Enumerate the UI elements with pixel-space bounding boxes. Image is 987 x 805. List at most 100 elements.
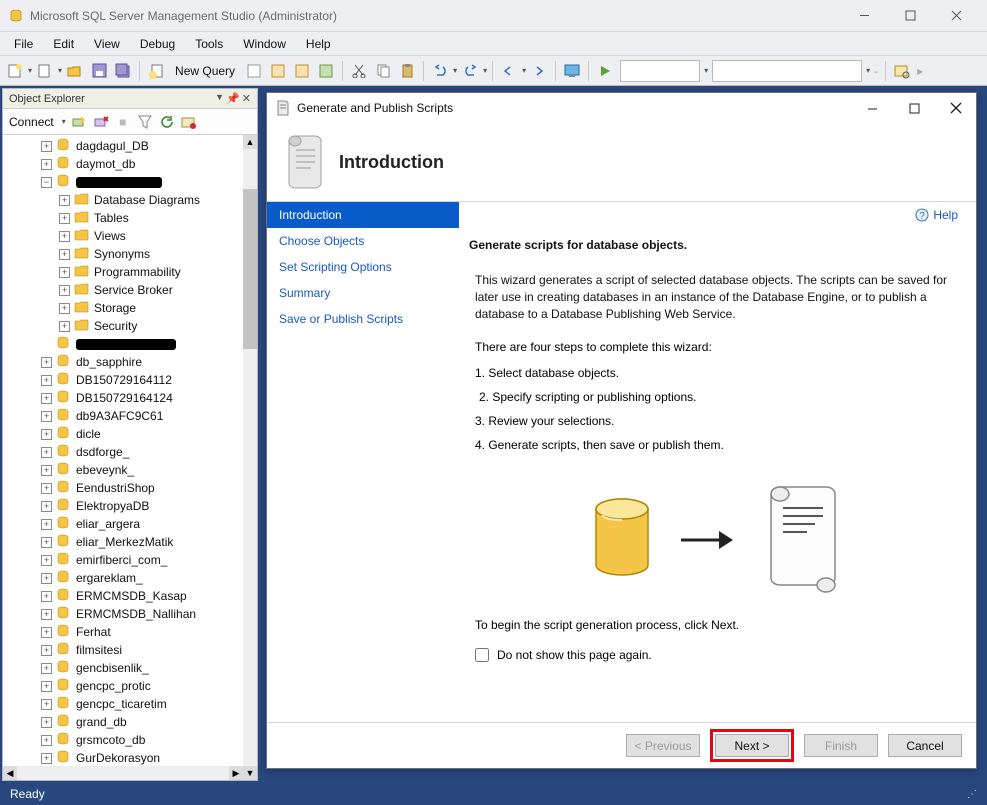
expand-icon[interactable]: + xyxy=(41,501,52,512)
tree-node[interactable]: +db_sapphire xyxy=(3,353,257,371)
connect-button[interactable]: Connect xyxy=(9,115,54,129)
tree-node[interactable]: +Security xyxy=(3,317,257,335)
tree-node[interactable]: +Views xyxy=(3,227,257,245)
new-item-button[interactable] xyxy=(34,60,56,82)
expand-icon[interactable]: + xyxy=(41,681,52,692)
nav-item-save-or-publish-scripts[interactable]: Save or Publish Scripts xyxy=(267,306,459,332)
undo-button[interactable] xyxy=(429,60,451,82)
tree-node[interactable]: +eliar_MerkezMatik xyxy=(3,533,257,551)
disconnect-icon[interactable] xyxy=(92,113,110,131)
dialog-titlebar[interactable]: Generate and Publish Scripts xyxy=(267,93,976,123)
minimize-button[interactable] xyxy=(841,2,887,30)
expand-icon[interactable]: + xyxy=(41,465,52,476)
cut-button[interactable] xyxy=(348,60,370,82)
previous-button[interactable]: < Previous xyxy=(626,734,700,757)
expand-icon[interactable]: + xyxy=(41,717,52,728)
nav-item-set-scripting-options[interactable]: Set Scripting Options xyxy=(267,254,459,280)
nav-item-introduction[interactable]: Introduction xyxy=(267,202,459,228)
expand-icon[interactable]: + xyxy=(41,627,52,638)
db-engine-query-icon[interactable] xyxy=(243,60,265,82)
filter-icon[interactable] xyxy=(136,113,154,131)
expand-icon[interactable]: + xyxy=(59,249,70,260)
tree-node[interactable]: +gencpc_protic xyxy=(3,677,257,695)
xmla-query-icon[interactable] xyxy=(315,60,337,82)
tree-node[interactable]: +Service Broker xyxy=(3,281,257,299)
tree-node[interactable] xyxy=(3,335,257,353)
mdx-query-icon[interactable] xyxy=(267,60,289,82)
execute-button[interactable] xyxy=(594,60,616,82)
expand-icon[interactable]: + xyxy=(41,411,52,422)
expand-icon[interactable]: + xyxy=(41,591,52,602)
copy-button[interactable] xyxy=(372,60,394,82)
tree-node[interactable]: − xyxy=(3,173,257,191)
tree-node[interactable]: +Tables xyxy=(3,209,257,227)
tree-node[interactable]: +DB150729164112 xyxy=(3,371,257,389)
expand-icon[interactable]: + xyxy=(41,159,52,170)
pin-icon[interactable]: 📌 xyxy=(226,92,240,105)
tree-node[interactable]: +ERMCMSDB_Kasap xyxy=(3,587,257,605)
tree-node[interactable]: +eliar_argera xyxy=(3,515,257,533)
expand-icon[interactable]: + xyxy=(41,375,52,386)
expand-icon[interactable]: + xyxy=(41,537,52,548)
expand-icon[interactable]: + xyxy=(41,357,52,368)
menu-file[interactable]: File xyxy=(4,35,43,53)
panel-close-icon[interactable]: ✕ xyxy=(242,92,251,105)
expand-icon[interactable]: + xyxy=(41,555,52,566)
new-query-button[interactable]: New Query xyxy=(169,60,241,82)
dialog-close-button[interactable] xyxy=(944,96,968,120)
menu-window[interactable]: Window xyxy=(233,35,296,53)
panel-menu-icon[interactable]: ▼ xyxy=(215,92,224,105)
tree-node[interactable]: +Synonyms xyxy=(3,245,257,263)
tree-node[interactable]: +grsmcoto_db xyxy=(3,731,257,749)
expand-icon[interactable]: + xyxy=(41,645,52,656)
tree-node[interactable]: +dsdforge_ xyxy=(3,443,257,461)
tree-node[interactable]: +gencpc_ticaretim xyxy=(3,695,257,713)
expand-icon[interactable]: + xyxy=(41,663,52,674)
expand-icon[interactable]: + xyxy=(59,303,70,314)
tree-node[interactable]: +Storage xyxy=(3,299,257,317)
expand-icon[interactable]: + xyxy=(41,483,52,494)
database-combo[interactable] xyxy=(620,60,700,82)
nav-back-button[interactable] xyxy=(498,60,520,82)
expand-icon[interactable]: + xyxy=(59,285,70,296)
activity-monitor-icon[interactable] xyxy=(561,60,583,82)
next-button[interactable]: Next > xyxy=(715,734,789,757)
maximize-button[interactable] xyxy=(887,2,933,30)
expand-icon[interactable]: + xyxy=(59,213,70,224)
tree-node[interactable]: +dagdagul_DB xyxy=(3,137,257,155)
menu-edit[interactable]: Edit xyxy=(43,35,84,53)
expand-icon[interactable]: + xyxy=(41,573,52,584)
tree-node[interactable]: +db9A3AFC9C61 xyxy=(3,407,257,425)
paste-button[interactable] xyxy=(396,60,418,82)
save-button[interactable] xyxy=(88,60,110,82)
tree-node[interactable]: +DB150729164124 xyxy=(3,389,257,407)
nav-item-summary[interactable]: Summary xyxy=(267,280,459,306)
expand-icon[interactable]: + xyxy=(59,195,70,206)
expand-icon[interactable]: + xyxy=(41,519,52,530)
menu-view[interactable]: View xyxy=(84,35,130,53)
resize-grip-icon[interactable]: ⋰ xyxy=(967,789,977,800)
menu-tools[interactable]: Tools xyxy=(185,35,233,53)
expand-icon[interactable]: + xyxy=(59,321,70,332)
expand-icon[interactable]: + xyxy=(41,699,52,710)
help-link[interactable]: ? Help xyxy=(915,208,958,222)
tree-node[interactable]: +ebeveynk_ xyxy=(3,461,257,479)
finish-button[interactable]: Finish xyxy=(804,734,878,757)
find-button[interactable] xyxy=(891,60,913,82)
save-all-button[interactable] xyxy=(112,60,134,82)
connect-icon[interactable] xyxy=(70,113,88,131)
tree-node[interactable]: +Ferhat xyxy=(3,623,257,641)
redo-button[interactable] xyxy=(459,60,481,82)
tree-node[interactable]: +ergareklam_ xyxy=(3,569,257,587)
tree-node[interactable]: +ERMCMSDB_Nallihan xyxy=(3,605,257,623)
registered-servers-icon[interactable] xyxy=(180,113,198,131)
cancel-button[interactable]: Cancel xyxy=(888,734,962,757)
expand-icon[interactable]: + xyxy=(41,141,52,152)
tree-node[interactable]: +grand_db xyxy=(3,713,257,731)
tree-node[interactable]: +emirfiberci_com_ xyxy=(3,551,257,569)
expand-icon[interactable]: + xyxy=(41,393,52,404)
refresh-icon[interactable] xyxy=(158,113,176,131)
tree-node[interactable]: +EendustriShop xyxy=(3,479,257,497)
tree-node[interactable]: +filmsitesi xyxy=(3,641,257,659)
menu-debug[interactable]: Debug xyxy=(130,35,185,53)
